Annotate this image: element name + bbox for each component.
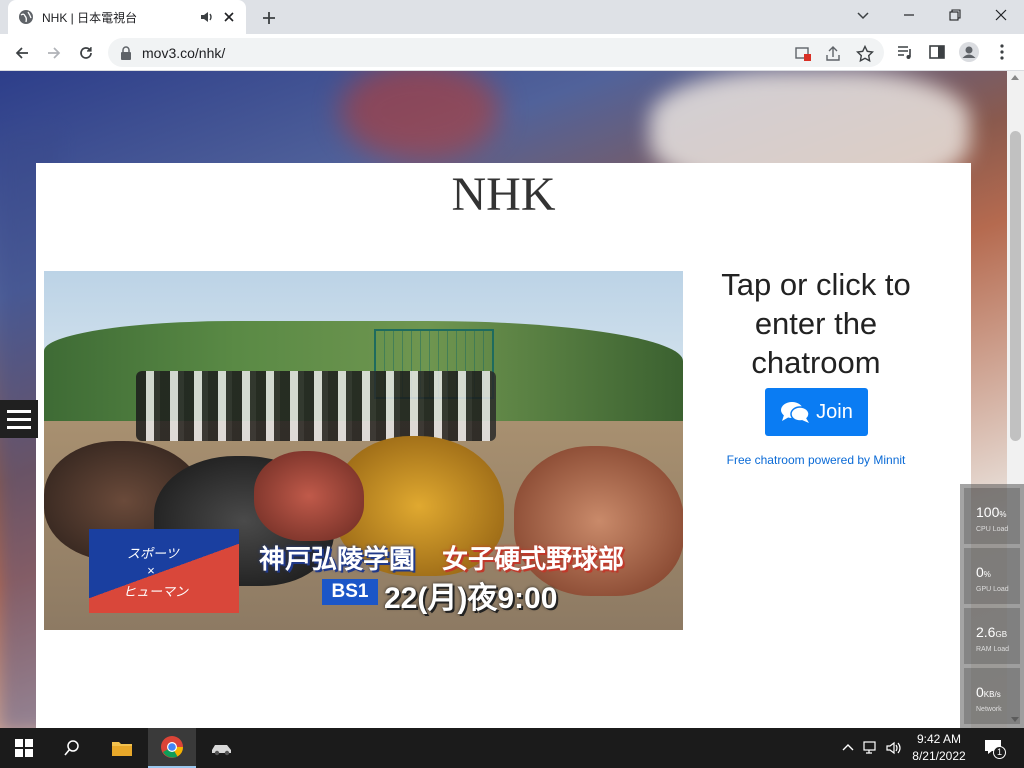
channel-badge: BS1 bbox=[322, 579, 378, 605]
join-label: Join bbox=[816, 400, 853, 423]
windows-taskbar: 9:42 AM 8/21/2022 1 bbox=[0, 728, 1024, 768]
gpu-unit: % bbox=[983, 570, 991, 579]
new-tab-icon[interactable] bbox=[258, 7, 280, 29]
program-logo-text: スポーツ bbox=[127, 546, 179, 561]
close-tab-icon[interactable] bbox=[222, 10, 236, 24]
ram-unit: GB bbox=[995, 630, 1008, 639]
windows-logo-icon bbox=[15, 739, 33, 757]
powered-by-link[interactable]: Free chatroom powered by Minnit bbox=[701, 453, 931, 467]
popup-blocked-icon[interactable] bbox=[794, 45, 812, 63]
chevron-up-icon[interactable] bbox=[840, 740, 856, 756]
menu-bar bbox=[7, 417, 31, 421]
lock-icon[interactable] bbox=[120, 45, 132, 60]
program-logo-text: × bbox=[147, 563, 155, 578]
caption-school: 神戸弘陵学園 bbox=[259, 544, 416, 574]
scrollbar-thumb[interactable] bbox=[1010, 131, 1021, 441]
network-unit: KB/s bbox=[983, 690, 1001, 699]
browser-tab[interactable]: NHK | 日本電視台 bbox=[8, 0, 246, 34]
background-image bbox=[340, 71, 500, 161]
page-title: NHK bbox=[451, 168, 556, 221]
cpu-label: CPU Load bbox=[976, 526, 1009, 533]
car-app-button[interactable] bbox=[198, 728, 246, 768]
airtime-caption: 22(月)夜9:00 bbox=[384, 582, 558, 615]
gpu-label: GPU Load bbox=[976, 586, 1009, 593]
folder-icon bbox=[112, 742, 132, 756]
video-player[interactable]: スポーツ × ヒューマン 神戸弘陵学園 女子硬式野球部 BS1 22(月)夜9:… bbox=[44, 271, 683, 630]
address-bar[interactable]: mov3.co/nhk/ bbox=[108, 38, 884, 67]
globe-icon bbox=[19, 10, 33, 24]
notification-center-button[interactable]: 1 bbox=[984, 738, 1006, 760]
reload-icon bbox=[80, 47, 92, 59]
car-icon bbox=[212, 745, 231, 756]
clock-date: 8/21/2022 bbox=[912, 749, 966, 763]
caption-club: 女子硬式野球部 bbox=[442, 544, 625, 574]
menu-kebab-icon[interactable] bbox=[994, 43, 1010, 61]
chrome-icon bbox=[161, 736, 183, 758]
gpu-load-tile: 0% GPU Load bbox=[964, 548, 1020, 604]
media-control-icon[interactable] bbox=[896, 43, 914, 61]
program-logo-text: ヒューマン bbox=[123, 584, 189, 599]
side-panel-icon[interactable] bbox=[928, 43, 946, 61]
menu-bar bbox=[7, 425, 31, 429]
start-button[interactable] bbox=[0, 728, 48, 768]
notification-count-badge: 1 bbox=[993, 746, 1006, 759]
video-players bbox=[136, 371, 496, 441]
profile-avatar-icon[interactable] bbox=[958, 41, 980, 63]
tab-title: NHK | 日本電視台 bbox=[42, 10, 138, 25]
network-label: Network bbox=[976, 706, 1002, 713]
chatroom-prompt: Tap or click to enter the chatroom bbox=[721, 267, 911, 380]
network-tile: 0KB/s Network bbox=[964, 668, 1020, 724]
forward-button[interactable] bbox=[41, 40, 67, 66]
restore-button[interactable] bbox=[932, 0, 978, 30]
arrow-right-icon bbox=[48, 47, 61, 59]
chat-bubbles-icon bbox=[781, 402, 810, 423]
video-glove bbox=[254, 451, 364, 541]
minimize-button[interactable] bbox=[886, 0, 932, 30]
speaker-icon[interactable] bbox=[200, 10, 214, 24]
close-icon bbox=[995, 9, 1007, 21]
tab-search-button[interactable] bbox=[840, 0, 886, 30]
join-chat-button[interactable]: Join bbox=[765, 388, 868, 436]
ram-value: 2.6 bbox=[976, 624, 996, 640]
reload-button[interactable] bbox=[73, 40, 99, 66]
network-icon[interactable] bbox=[863, 740, 879, 756]
web-page: NHK スポーツ × ヒューマン 神戸弘陵学園 女子硬式野球部 BS1 22(月… bbox=[0, 71, 1024, 728]
cpu-unit: % bbox=[999, 510, 1007, 519]
arrow-left-icon bbox=[15, 47, 28, 59]
search-icon bbox=[64, 740, 79, 756]
clock-time: 9:42 AM bbox=[916, 732, 962, 746]
scroll-up-arrow-icon[interactable] bbox=[1011, 75, 1019, 80]
url-text: mov3.co/nhk/ bbox=[142, 44, 226, 61]
browser-toolbar: mov3.co/nhk/ bbox=[0, 34, 1024, 71]
cpu-load-tile: 100% CPU Load bbox=[964, 488, 1020, 544]
minimize-icon bbox=[904, 14, 914, 16]
performance-widget[interactable]: 100% CPU Load 0% GPU Load 2.6GB RAM Load… bbox=[960, 484, 1024, 728]
content-card: NHK スポーツ × ヒューマン 神戸弘陵学園 女子硬式野球部 BS1 22(月… bbox=[36, 163, 971, 728]
network-value: 0 bbox=[976, 684, 984, 700]
menu-bar bbox=[7, 409, 31, 413]
chevron-down-icon bbox=[857, 12, 869, 20]
close-window-button[interactable] bbox=[978, 0, 1024, 30]
hamburger-menu-button[interactable] bbox=[0, 400, 38, 438]
restore-icon bbox=[949, 9, 961, 21]
gpu-value: 0 bbox=[976, 564, 984, 580]
share-icon[interactable] bbox=[824, 45, 842, 63]
ram-label: RAM Load bbox=[976, 646, 1010, 653]
chrome-button[interactable] bbox=[148, 728, 196, 768]
volume-icon[interactable] bbox=[886, 740, 902, 756]
file-explorer-button[interactable] bbox=[98, 728, 146, 768]
back-button[interactable] bbox=[9, 40, 35, 66]
tab-strip: NHK | 日本電視台 bbox=[0, 0, 1024, 34]
system-clock[interactable]: 9:42 AM 8/21/2022 bbox=[902, 731, 976, 765]
program-logo: スポーツ × ヒューマン bbox=[89, 529, 239, 613]
search-button[interactable] bbox=[48, 728, 96, 768]
bookmark-star-icon[interactable] bbox=[856, 45, 874, 63]
cpu-value: 100 bbox=[976, 504, 1000, 520]
ram-load-tile: 2.6GB RAM Load bbox=[964, 608, 1020, 664]
